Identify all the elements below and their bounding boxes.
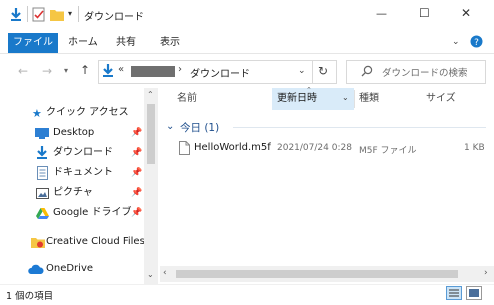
pin-icon: 📌 [131,148,143,158]
up-icon[interactable]: ↑ [80,63,90,77]
pin-icon: 📌 [131,128,143,138]
search-icon [361,65,373,77]
redacted-path-segment[interactable] [131,66,175,77]
address-dropdown-icon[interactable]: ⌄ [298,66,306,76]
column-header-date[interactable]: 更新日時 [277,88,317,110]
column-header-type[interactable]: 種類 [359,88,379,110]
status-bar [0,284,494,305]
onedrive-icon [28,264,44,274]
table-row[interactable]: HelloWorld.m5f 2021/07/24 0:28 M5F ファイル … [170,138,486,158]
pin-icon: 📌 [131,168,143,178]
new-folder-icon[interactable] [50,8,64,21]
separator [27,6,28,22]
item-count: 1 個の項目 [6,291,54,302]
expand-ribbon-icon[interactable]: ⌄ [452,37,460,47]
file-date: 2021/07/24 0:28 [277,143,352,153]
download-location-icon [102,64,114,78]
file-type: M5F ファイル [359,146,417,156]
desktop-icon [35,128,49,139]
star-icon: ★ [32,107,42,120]
group-collapse-icon[interactable]: ⌄ [166,121,174,132]
sidebar-item-pictures[interactable]: ピクチャ [53,183,93,203]
separator [312,61,313,83]
pin-icon: 📌 [131,188,143,198]
file-name[interactable]: HelloWorld.m5f [194,142,271,153]
scroll-left-icon[interactable]: ‹ [163,268,167,278]
navigation-scroll-thumb[interactable] [147,104,155,164]
column-header-size[interactable]: サイズ [426,88,456,110]
documents-icon [37,166,48,180]
file-list [160,88,494,284]
maximize-button[interactable]: ☐ [419,6,430,20]
forward-icon[interactable]: → [42,64,52,78]
separator [78,6,79,22]
pin-icon: 📌 [131,208,143,218]
refresh-icon[interactable]: ↻ [318,64,328,78]
details-view-icon[interactable] [446,286,462,300]
path-separator: › [178,64,182,75]
window-title: ダウンロード [84,12,144,23]
recent-locations-icon[interactable]: ▾ [64,66,68,75]
group-divider [233,127,486,128]
file-icon [179,141,190,155]
column-header-name[interactable]: 名前 [177,88,197,110]
close-button[interactable]: ✕ [461,6,471,20]
properties-icon[interactable] [32,7,46,22]
tab-home[interactable]: ホーム [68,33,98,53]
tab-file[interactable]: ファイル [8,33,58,53]
help-icon[interactable]: ? [470,35,483,48]
sidebar-item-onedrive[interactable]: OneDrive [46,259,93,279]
scroll-down-icon[interactable]: ⌄ [147,270,154,279]
large-icons-view-icon[interactable] [466,286,482,300]
scroll-up-icon[interactable]: ⌃ [147,90,154,99]
quick-access[interactable]: クイック アクセス [46,103,129,123]
tab-share[interactable]: 共有 [116,33,136,53]
tab-view[interactable]: 表示 [160,33,180,53]
svg-text:?: ? [474,38,479,48]
scroll-right-icon[interactable]: › [484,268,488,278]
horizontal-scroll-thumb[interactable] [176,270,458,278]
downloads-icon [36,146,48,160]
sidebar-item-documents[interactable]: ドキュメント [53,163,113,183]
sidebar-item-creative-cloud[interactable]: Creative Cloud Files [46,232,145,252]
sidebar-item-downloads[interactable]: ダウンロード [53,143,113,163]
separator [354,90,355,108]
download-arrow-icon[interactable] [10,8,22,22]
sidebar-item-google-drive[interactable]: Google ドライブ [53,203,131,223]
minimize-button[interactable]: — [376,7,387,20]
group-label-today[interactable]: 今日 (1) [180,120,219,135]
back-icon[interactable]: ← [18,64,28,78]
search-input[interactable]: ダウンロードの検索 [382,65,468,79]
google-drive-icon [36,208,49,219]
title-bar: ▾ ダウンロード — ☐ ✕ [0,0,494,30]
path-current[interactable]: ダウンロード [190,65,250,80]
column-dropdown-icon[interactable]: ⌄ [342,93,349,102]
sidebar-item-desktop[interactable]: Desktop [53,123,94,143]
creative-cloud-icon [31,236,45,248]
file-size: 1 KB [464,143,485,153]
customize-toolbar-icon[interactable]: ▾ [68,9,72,18]
pictures-icon [36,188,49,199]
path-overflow[interactable]: « [118,64,124,75]
